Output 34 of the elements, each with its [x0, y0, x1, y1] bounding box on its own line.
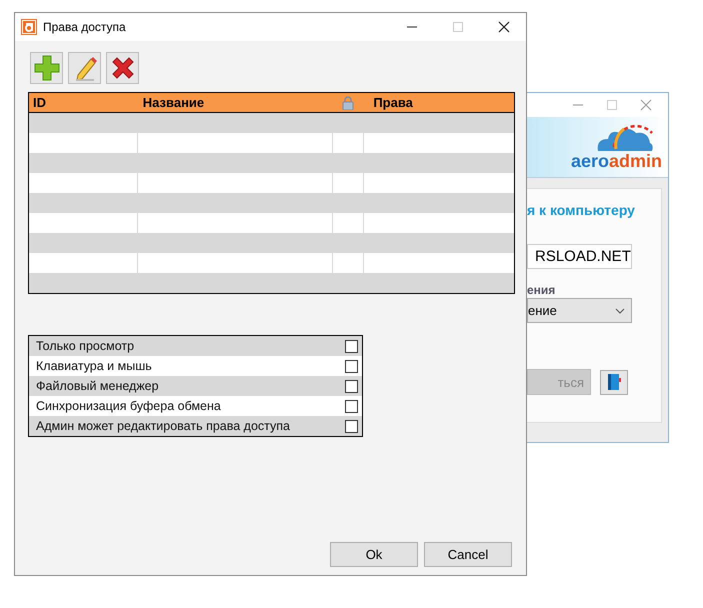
delete-button[interactable] — [106, 52, 139, 84]
maximize-icon[interactable] — [452, 21, 464, 33]
cancel-button[interactable]: Cancel — [424, 542, 512, 567]
close-icon[interactable] — [498, 21, 510, 33]
mode-dropdown[interactable]: ение — [527, 298, 632, 323]
checkbox[interactable] — [345, 400, 358, 412]
permission-label: Файловый менеджер — [36, 379, 159, 393]
lock-icon — [342, 96, 354, 110]
permission-label: Только просмотр — [36, 339, 134, 353]
panel-heading: я к компьютеру — [527, 202, 636, 218]
column-header: Название — [142, 95, 204, 110]
checkbox[interactable] — [345, 340, 358, 352]
book-button[interactable] — [600, 370, 628, 394]
checkbox[interactable] — [345, 360, 358, 372]
chevron-icon — [615, 308, 625, 314]
permission-label: Админ может редактировать права доступа — [36, 419, 290, 433]
checkbox[interactable] — [345, 380, 358, 392]
permission-label: Синхронизация буфера обмена — [36, 399, 221, 413]
edit-button[interactable] — [68, 52, 101, 84]
permission-label: Клавиатура и мышь — [36, 359, 152, 373]
add-button[interactable] — [30, 52, 63, 84]
column-header: Права — [373, 95, 413, 110]
maximize-icon[interactable] — [606, 99, 618, 111]
plus-icon — [34, 55, 60, 81]
id-field[interactable]: RSLOAD.NET — [527, 244, 632, 269]
checkbox[interactable] — [345, 420, 358, 432]
column-header: ID — [33, 95, 46, 110]
ok-button[interactable]: Ok — [330, 542, 418, 567]
logo-text: aeroadmin — [570, 151, 662, 171]
window-title: Права доступа — [43, 20, 126, 34]
app-icon — [21, 19, 37, 35]
book-icon — [607, 373, 621, 391]
delete-icon — [110, 55, 136, 81]
mode-label: ения — [527, 283, 556, 297]
